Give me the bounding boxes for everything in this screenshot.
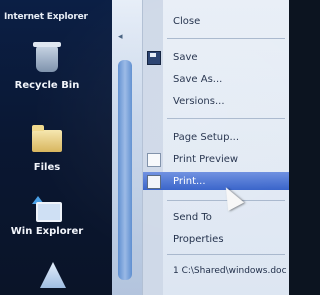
menu-item-label: Properties <box>173 233 224 245</box>
scrollbar[interactable] <box>118 60 132 280</box>
print-preview-icon <box>147 153 161 167</box>
desktop-icon-partial[interactable] <box>8 262 98 292</box>
save-icon <box>147 51 161 65</box>
shortcut-icon <box>40 262 66 288</box>
desktop: Internet Explorer Recycle Bin Files Win … <box>0 0 112 295</box>
menu-item-page-setup[interactable]: Page Setup... <box>143 128 289 146</box>
menu-item-recent-file[interactable]: 1 C:\Shared\windows.doc <box>143 262 289 280</box>
explorer-icon <box>32 196 62 222</box>
desktop-icon-win-explorer[interactable]: Win Explorer <box>2 196 92 237</box>
menu-item-label: Save As... <box>173 73 223 85</box>
file-menu: Close Save Save As... Versions... Page S… <box>142 0 289 295</box>
menu-item-label: Close <box>173 15 201 27</box>
desktop-icon-recycle-bin[interactable]: Recycle Bin <box>2 42 92 91</box>
menu-item-label: Page Setup... <box>173 131 240 143</box>
menu-item-label: Print Preview <box>173 153 239 165</box>
desktop-icon-label: Win Explorer <box>10 226 84 237</box>
menu-item-label: 1 C:\Shared\windows.doc <box>173 266 287 276</box>
menu-item-close[interactable]: Close <box>143 12 289 30</box>
menu-separator <box>167 38 285 39</box>
menu-item-send-to[interactable]: Send To <box>143 208 289 226</box>
menu-item-label: Send To <box>173 211 212 223</box>
menu-item-print[interactable]: Print... <box>143 172 289 190</box>
menu-item-label: Save <box>173 51 198 63</box>
menu-separator <box>167 254 285 255</box>
menu-item-versions[interactable]: Versions... <box>143 92 289 110</box>
menu-icon-gutter <box>143 0 163 295</box>
menu-item-save[interactable]: Save <box>143 48 289 66</box>
menu-item-label: Versions... <box>173 95 225 107</box>
menu-item-properties[interactable]: Properties <box>143 230 289 248</box>
print-icon <box>147 175 161 189</box>
menu-separator <box>167 118 285 119</box>
recycle-bin-icon <box>33 42 61 72</box>
menu-item-save-as[interactable]: Save As... <box>143 70 289 88</box>
menu-item-print-preview[interactable]: Print Preview <box>143 150 289 168</box>
menu-item-label: Print... <box>173 175 206 187</box>
desktop-icon-label: Recycle Bin <box>14 80 80 91</box>
folder-icon <box>32 125 62 152</box>
screen: Internet Explorer Recycle Bin Files Win … <box>0 0 289 295</box>
window-title: Internet Explorer <box>4 12 88 22</box>
desktop-icon-files[interactable]: Files <box>2 124 92 173</box>
desktop-icon-label: Files <box>33 162 61 173</box>
collapse-arrow-icon[interactable]: ◂ <box>118 32 123 42</box>
